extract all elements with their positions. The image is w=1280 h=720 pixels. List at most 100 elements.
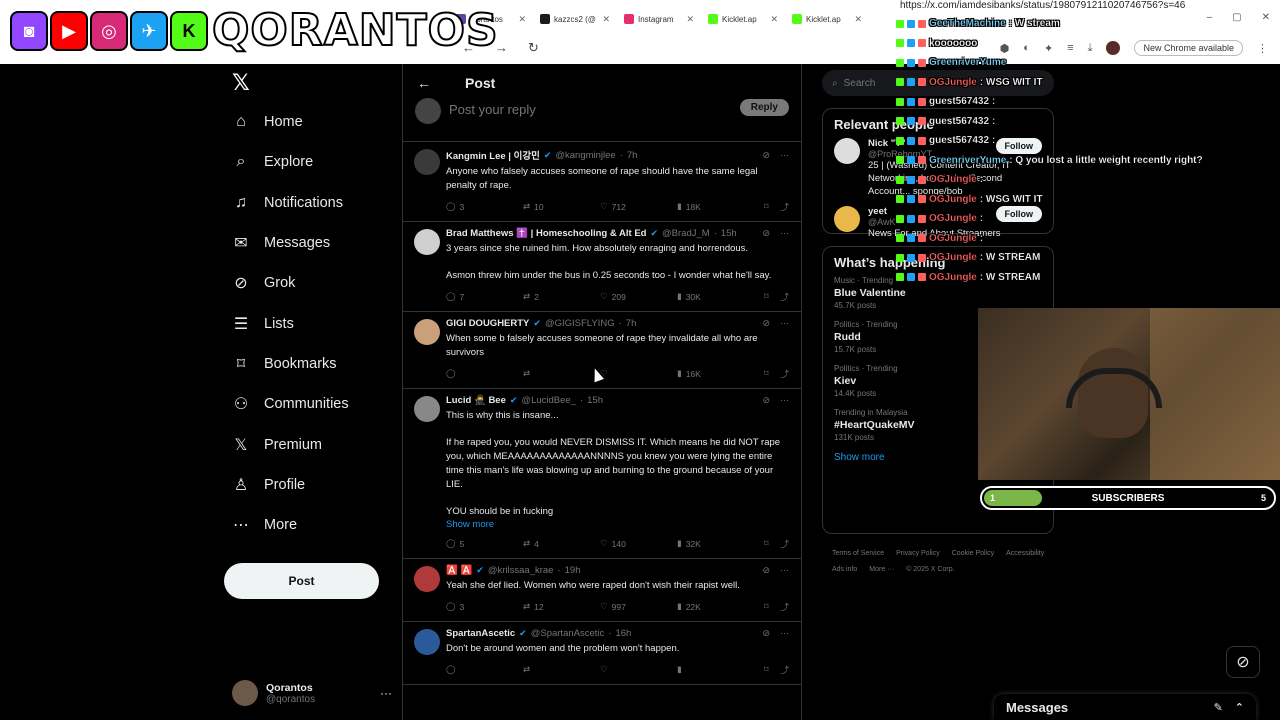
author-handle[interactable]: @BradJ_M: [662, 228, 710, 239]
views-action[interactable]: ▮ 32K: [677, 538, 754, 550]
more-dots-icon[interactable]: ···: [780, 565, 789, 576]
tweet-time[interactable]: 15h: [587, 395, 603, 406]
like-action[interactable]: ♡ 209: [600, 291, 677, 303]
reply-action[interactable]: ◯ 5: [446, 538, 523, 550]
avatar[interactable]: [414, 628, 440, 655]
author-handle[interactable]: @LucidBee_: [521, 395, 576, 406]
sidebar-item-lists[interactable]: ☰ Lists: [222, 303, 402, 343]
author-handle[interactable]: @GIGISFLYING: [545, 318, 615, 329]
tweet-time[interactable]: 16h: [615, 628, 631, 639]
bookmark-icon[interactable]: ⌑: [764, 201, 768, 213]
more-dots-icon[interactable]: ···: [780, 318, 789, 329]
sidebar-item-premium[interactable]: 𝕏 Premium: [222, 424, 402, 464]
reply-button[interactable]: Reply: [739, 99, 789, 116]
reply-tweet[interactable]: Brad Matthews ✝️ | Homeschooling & Alt E…: [403, 222, 801, 312]
reply-action[interactable]: ◯: [446, 664, 523, 676]
reply-tweet[interactable]: Kangmin Lee | 이강민 ✔ @kangminjlee · 7h ⊘ ··· Any…: [403, 142, 801, 222]
repost-action[interactable]: ⇄ 2: [523, 291, 600, 303]
footer-link[interactable]: More ···: [869, 562, 894, 578]
repost-action[interactable]: ⇄ 12: [523, 601, 600, 613]
reply-tweet[interactable]: 🅰️ 🅰️ ✔ @krilssaa_krae · 19h ⊘ ··· Yeah she def…: [403, 559, 801, 622]
reply-action[interactable]: ◯: [446, 368, 523, 380]
grok-icon[interactable]: ⊘: [762, 395, 770, 406]
more-dots-icon[interactable]: ···: [780, 228, 789, 239]
account-switcher[interactable]: Qorantos @qorantos ···: [232, 680, 392, 706]
sidebar-item-communities[interactable]: ⚇ Communities: [222, 384, 402, 424]
close-icon[interactable]: ✕: [602, 14, 610, 25]
author-handle[interactable]: @kangminjlee: [555, 150, 615, 161]
share-icon[interactable]: ⤴: [780, 368, 789, 380]
author-name[interactable]: 🅰️ 🅰️: [446, 565, 472, 576]
bookmark-icon[interactable]: ⌑: [764, 664, 768, 676]
views-action[interactable]: ▮ 22K: [677, 601, 754, 613]
like-action[interactable]: ♡: [600, 664, 677, 676]
tweet-time[interactable]: 7h: [626, 318, 637, 329]
share-icon[interactable]: ⤴: [780, 601, 789, 613]
bookmark-icon[interactable]: ⌑: [764, 291, 768, 303]
close-icon[interactable]: ✕: [770, 14, 778, 25]
views-action[interactable]: ▮ 16K: [677, 368, 754, 380]
sidebar-item-grok[interactable]: ⊘ Grok: [222, 263, 402, 303]
reload-icon[interactable]: ↻: [528, 40, 539, 56]
close-icon[interactable]: ✕: [686, 14, 694, 25]
avatar[interactable]: [414, 318, 440, 345]
footer-link[interactable]: Terms of Service: [832, 546, 884, 562]
author-handle[interactable]: @krilssaa_krae: [488, 565, 554, 576]
messages-drawer[interactable]: Messages ✎ ⌃: [994, 694, 1256, 720]
compose-icon[interactable]: ✎: [1214, 701, 1223, 714]
sidebar-item-notifications[interactable]: ♫ Notifications: [222, 183, 402, 223]
sidebar-item-home[interactable]: ⌂ Home: [222, 102, 402, 142]
grok-icon[interactable]: ⊘: [762, 228, 770, 239]
share-icon[interactable]: ⤴: [780, 201, 789, 213]
avatar[interactable]: [414, 228, 440, 255]
author-name[interactable]: GIGI DOUGHERTY: [446, 318, 529, 329]
reply-input[interactable]: Post your reply: [449, 102, 732, 117]
footer-link[interactable]: Ads info: [832, 562, 857, 578]
back-arrow-icon[interactable]: ←: [417, 75, 431, 91]
like-action[interactable]: ♡ 140: [600, 538, 677, 550]
sidebar-item-bookmarks[interactable]: ⌑ Bookmarks: [222, 344, 402, 384]
reply-tweet[interactable]: SpartanAscetic ✔ @SpartanAscetic · 16h ⊘ ··· Do…: [403, 622, 801, 685]
share-icon[interactable]: ⤴: [780, 664, 789, 676]
reply-tweet[interactable]: Lucid 🥷 Bee ✔ @LucidBee_ · 15h ⊘ ··· This is wh…: [403, 389, 801, 559]
views-action[interactable]: ▮: [677, 664, 754, 676]
avatar[interactable]: [414, 149, 440, 175]
show-more-link[interactable]: Show more: [446, 519, 789, 530]
more-dots-icon[interactable]: ···: [780, 150, 789, 161]
repost-action[interactable]: ⇄: [523, 664, 600, 676]
like-action[interactable]: ♡: [600, 368, 677, 380]
grok-fab-button[interactable]: ⊘: [1226, 646, 1260, 678]
like-action[interactable]: ♡ 712: [600, 201, 677, 213]
views-action[interactable]: ▮ 18K: [677, 201, 754, 213]
footer-link[interactable]: Privacy Policy: [896, 546, 940, 562]
author-name[interactable]: Kangmin Lee | 이강민: [446, 148, 540, 162]
browser-tab[interactable]: Kicklet.ap ✕: [702, 8, 784, 30]
grok-icon[interactable]: ⊘: [762, 318, 770, 329]
author-name[interactable]: SpartanAscetic: [446, 628, 515, 639]
more-dots-icon[interactable]: ···: [780, 395, 789, 406]
sidebar-item-profile[interactable]: ♙ Profile: [222, 465, 402, 505]
more-dots-icon[interactable]: ···: [380, 686, 392, 700]
tweet-time[interactable]: 15h: [721, 228, 737, 239]
tweet-time[interactable]: 19h: [565, 565, 581, 576]
avatar[interactable]: [414, 565, 440, 592]
grok-icon[interactable]: ⊘: [762, 628, 770, 639]
share-icon[interactable]: ⤴: [780, 538, 789, 550]
repost-action[interactable]: ⇄ 10: [523, 201, 600, 213]
repost-action[interactable]: ⇄ 4: [523, 538, 600, 550]
reply-action[interactable]: ◯ 3: [446, 201, 523, 213]
views-action[interactable]: ▮ 30K: [677, 291, 754, 303]
more-dots-icon[interactable]: ···: [780, 628, 789, 639]
author-name[interactable]: Brad Matthews ✝️ | Homeschooling & Alt E…: [446, 228, 646, 239]
post-button[interactable]: Post: [224, 563, 379, 599]
sidebar-item-messages[interactable]: ✉ Messages: [222, 223, 402, 263]
footer-link[interactable]: © 2025 X Corp.: [906, 562, 954, 578]
share-icon[interactable]: ⤴: [780, 291, 789, 303]
close-icon[interactable]: ✕: [518, 14, 526, 25]
grok-icon[interactable]: ⊘: [762, 150, 770, 161]
browser-tab[interactable]: Instagram ✕: [618, 8, 700, 30]
repost-action[interactable]: ⇄: [523, 368, 600, 380]
tweet-time[interactable]: 7h: [627, 150, 638, 161]
author-name[interactable]: Lucid 🥷 Bee: [446, 395, 506, 406]
footer-link[interactable]: Accessibility: [1006, 546, 1044, 562]
